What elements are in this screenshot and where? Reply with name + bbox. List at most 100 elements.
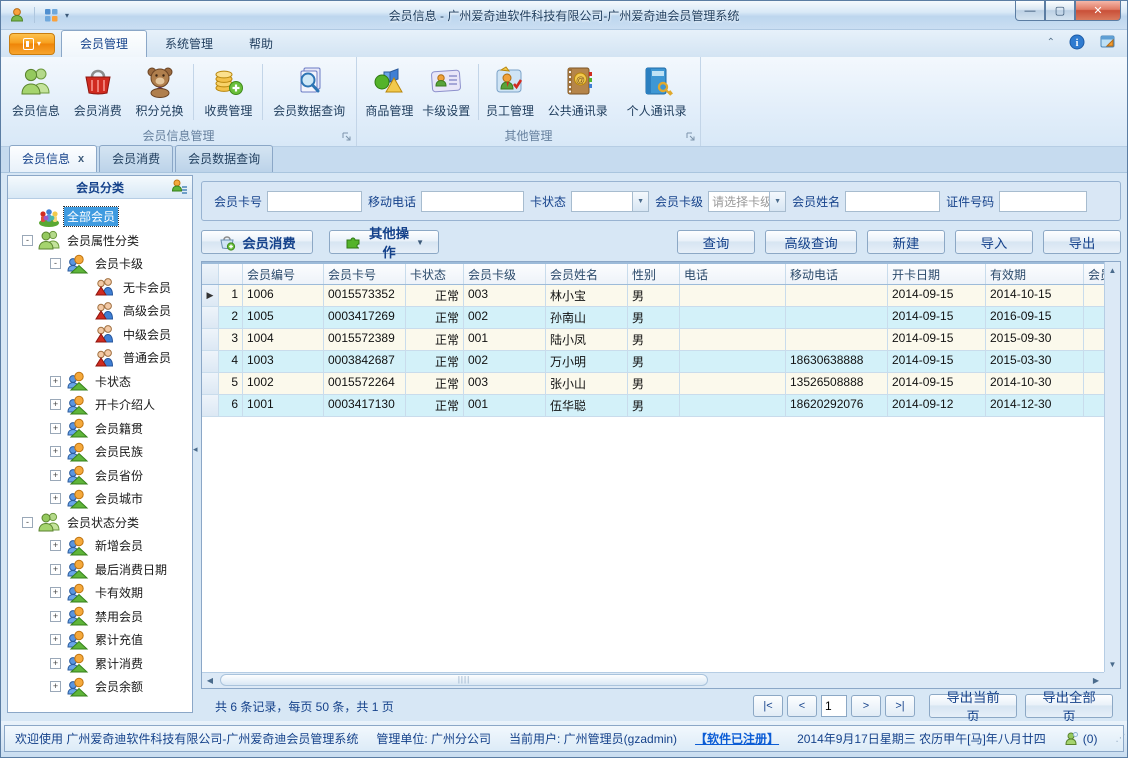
registered-link[interactable]: 【软件已注册】 — [695, 730, 779, 747]
doc-tab-member-data-query[interactable]: 会员数据查询 — [175, 145, 274, 172]
table-cell[interactable]: 003 — [464, 285, 546, 306]
table-cell[interactable]: 正常 — [406, 285, 464, 306]
table-cell[interactable] — [1084, 285, 1104, 306]
table-cell[interactable]: 1003 — [243, 351, 324, 372]
table-row[interactable]: ▶ 1 1006 0015573352 正常 003 林小宝男 2014-09-15 2014-… — [202, 285, 1104, 307]
ribbon-public-contacts-button[interactable]: @ 公共通讯录 — [538, 60, 617, 119]
expand-icon[interactable]: + — [50, 399, 61, 411]
collapse-icon[interactable]: - — [22, 234, 33, 246]
first-page-button[interactable]: |< — [753, 695, 783, 717]
scroll-down-icon[interactable]: ▼ — [1105, 656, 1120, 672]
import-button[interactable]: 导入 — [955, 230, 1033, 254]
column-header[interactable]: 开卡日期 — [888, 264, 986, 284]
close-button[interactable]: ✕ — [1075, 1, 1121, 21]
advanced-query-button[interactable]: 高级查询 — [765, 230, 857, 254]
table-cell[interactable]: 男 — [628, 373, 680, 394]
doc-tab-member-consume[interactable]: 会员消费 — [99, 145, 174, 172]
table-cell[interactable]: 0003417269 — [324, 307, 406, 328]
horizontal-scrollbar[interactable]: ◀ ▶ — [202, 672, 1104, 688]
tree-item-3[interactable]: 无卡会员 — [8, 276, 192, 300]
column-header[interactable]: 卡状态 — [406, 264, 464, 284]
table-cell[interactable]: 男 — [628, 351, 680, 372]
ribbon-member-data-query-button[interactable]: 会员数据查询 — [266, 60, 352, 119]
column-header[interactable]: 会员编号 — [243, 264, 324, 284]
table-cell[interactable] — [786, 329, 888, 350]
category-settings-icon[interactable] — [170, 178, 188, 196]
table-cell[interactable]: 2016-09-15 — [986, 307, 1084, 328]
table-cell[interactable]: 2014-09-15 — [888, 351, 986, 372]
page-number-input[interactable] — [821, 695, 847, 717]
tab-system-management[interactable]: 系统管理 — [147, 31, 231, 57]
table-cell[interactable] — [786, 285, 888, 306]
next-page-button[interactable]: > — [851, 695, 881, 717]
table-cell[interactable]: 正常 — [406, 395, 464, 416]
table-cell[interactable]: 男 — [628, 329, 680, 350]
query-button[interactable]: 查询 — [677, 230, 755, 254]
table-cell[interactable]: 2014-09-15 — [888, 373, 986, 394]
export-button[interactable]: 导出 — [1043, 230, 1121, 254]
info-icon[interactable]: i — [1069, 34, 1085, 50]
export-all-pages-button[interactable]: 导出全部页 — [1025, 690, 1113, 724]
resize-grip[interactable]: ⋰ — [1115, 733, 1126, 744]
tree-item-7[interactable]: + 卡状态 — [8, 370, 192, 394]
collapse-icon[interactable]: - — [22, 516, 33, 528]
collapse-icon[interactable]: - — [50, 258, 61, 270]
table-cell[interactable]: 18620292076 — [786, 395, 888, 416]
table-cell[interactable]: 男 — [628, 307, 680, 328]
table-cell[interactable]: 1006 — [243, 285, 324, 306]
tree-item-17[interactable]: + 禁用会员 — [8, 605, 192, 629]
ribbon-card-level-button[interactable]: 卡级设置 — [418, 60, 475, 119]
table-cell[interactable]: 1001 — [243, 395, 324, 416]
scroll-up-icon[interactable]: ▲ — [1105, 262, 1120, 278]
table-cell[interactable]: 0015572264 — [324, 373, 406, 394]
tree-item-10[interactable]: + 会员民族 — [8, 440, 192, 464]
ribbon-goods-management-button[interactable]: 商品管理 — [361, 60, 418, 119]
tree-item-6[interactable]: 普通会员 — [8, 346, 192, 370]
table-cell[interactable]: 男 — [628, 285, 680, 306]
expand-icon[interactable]: + — [50, 587, 61, 599]
other-operations-button[interactable]: 其他操作 ▼ — [329, 226, 439, 260]
tree-item-18[interactable]: + 累计充值 — [8, 628, 192, 652]
table-cell[interactable]: 2015-03-30 — [986, 351, 1084, 372]
table-cell[interactable]: 002 — [464, 351, 546, 372]
ribbon-personal-contacts-button[interactable]: 个人通讯录 — [617, 60, 696, 119]
tree-item-15[interactable]: + 最后消费日期 — [8, 558, 192, 582]
member-consume-button[interactable]: 会员消费 — [201, 230, 313, 254]
expand-icon[interactable]: + — [50, 563, 61, 575]
table-cell[interactable]: 孙南山 — [546, 307, 628, 328]
expand-icon[interactable]: + — [50, 540, 61, 552]
table-cell[interactable] — [680, 329, 786, 350]
scroll-right-icon[interactable]: ▶ — [1088, 673, 1104, 688]
new-button[interactable]: 新建 — [867, 230, 945, 254]
table-cell[interactable] — [1084, 373, 1104, 394]
tree-item-1[interactable]: - 会员属性分类 — [8, 229, 192, 253]
column-header[interactable]: 会员 — [1084, 264, 1104, 284]
table-cell[interactable]: 13526508888 — [786, 373, 888, 394]
table-cell[interactable] — [1084, 351, 1104, 372]
tree-item-5[interactable]: 中级会员 — [8, 323, 192, 347]
maximize-button[interactable]: ▢ — [1045, 1, 1075, 21]
tree-item-13[interactable]: - 会员状态分类 — [8, 511, 192, 535]
scroll-left-icon[interactable]: ◀ — [202, 673, 218, 688]
column-header[interactable]: 性别 — [628, 264, 680, 284]
table-cell[interactable]: 2014-09-12 — [888, 395, 986, 416]
table-cell[interactable]: 003 — [464, 373, 546, 394]
expand-icon[interactable]: + — [50, 375, 61, 387]
table-cell[interactable]: 0003417130 — [324, 395, 406, 416]
tab-member-management[interactable]: 会员管理 — [61, 30, 148, 57]
table-cell[interactable]: 2014-09-15 — [888, 285, 986, 306]
tree-item-19[interactable]: + 累计消费 — [8, 652, 192, 676]
about-window-icon[interactable] — [1099, 34, 1117, 50]
sidebar-splitter[interactable]: ◂ — [193, 175, 200, 713]
tree-item-0[interactable]: 全部会员 — [8, 205, 192, 229]
prev-page-button[interactable]: < — [787, 695, 817, 717]
table-cell[interactable]: 1002 — [243, 373, 324, 394]
table-cell[interactable]: 正常 — [406, 351, 464, 372]
last-page-button[interactable]: >| — [885, 695, 915, 717]
table-cell[interactable]: 1004 — [243, 329, 324, 350]
table-cell[interactable] — [1084, 395, 1104, 416]
table-cell[interactable]: 0015573352 — [324, 285, 406, 306]
table-cell[interactable] — [1084, 307, 1104, 328]
table-cell[interactable]: 002 — [464, 307, 546, 328]
table-cell[interactable]: 2014-12-30 — [986, 395, 1084, 416]
